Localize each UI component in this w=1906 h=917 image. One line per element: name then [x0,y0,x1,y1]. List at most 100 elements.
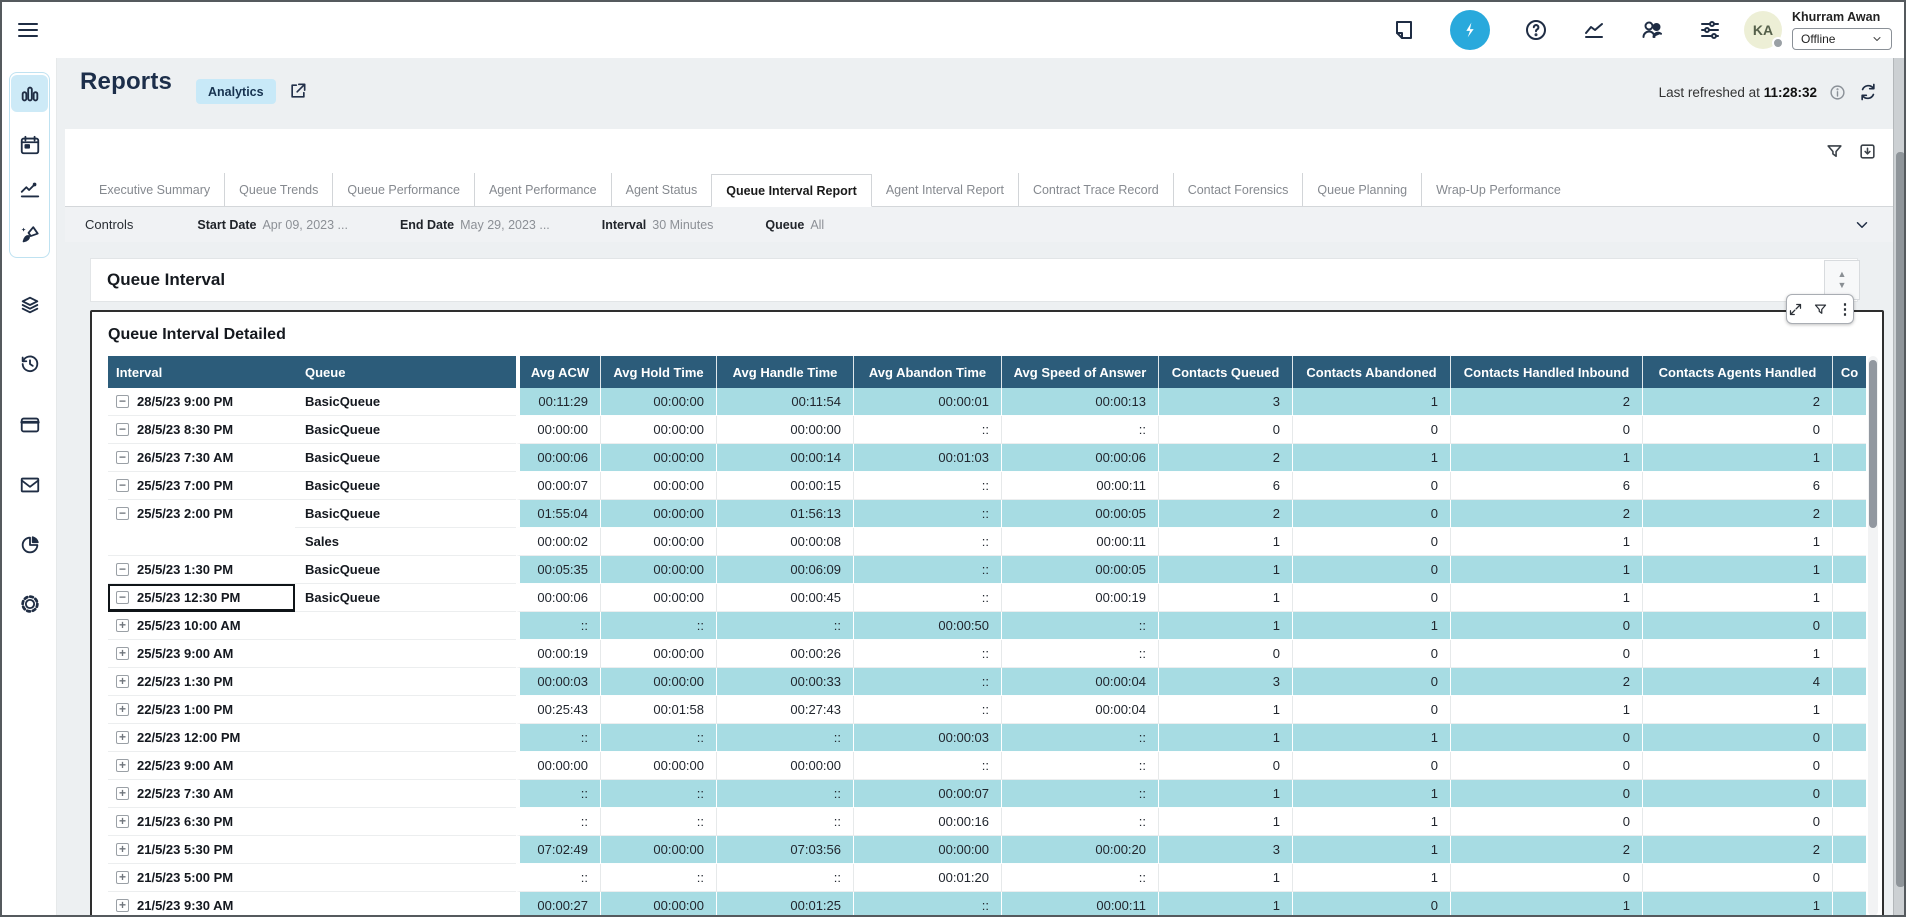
filter-icon[interactable] [1825,142,1844,161]
export-icon[interactable] [1858,142,1877,161]
tab-contact-forensics[interactable]: Contact Forensics [1173,173,1303,206]
scroll-down-button[interactable]: ▼ [1838,281,1847,290]
row-expander[interactable]: + [116,899,129,912]
column-header-contacts-queued[interactable]: Contacts Queued [1158,356,1292,388]
metric-cell: 01:55:04 [516,500,600,528]
control-start-date[interactable]: Start DateApr 09, 2023 ... [197,218,348,232]
row-expander[interactable]: + [116,675,129,688]
info-icon[interactable] [1829,84,1846,101]
sidebar-item-mail[interactable] [11,466,48,503]
row-expander[interactable]: + [116,871,129,884]
help-icon[interactable] [1524,18,1548,42]
metric-cell: 00:01:58 [600,696,716,724]
row-expander[interactable]: − [116,591,129,604]
avatar[interactable]: KA [1744,11,1782,49]
hamburger-menu-icon[interactable] [16,18,40,42]
window-scrollbar-thumb[interactable] [1896,152,1905,887]
row-expander[interactable]: + [116,787,129,800]
row-expander[interactable]: − [116,451,129,464]
row-expander[interactable]: − [116,479,129,492]
row-expander[interactable]: + [116,647,129,660]
tab-wrap-up-performance[interactable]: Wrap-Up Performance [1421,173,1575,206]
sidebar-item-layers[interactable] [11,286,48,323]
tab-queue-interval-report[interactable]: Queue Interval Report [711,174,872,207]
metric-cell: 00:00:00 [600,640,716,668]
sidebar-item-calendar[interactable] [11,126,48,163]
metric-cell [1832,500,1866,528]
refresh-icon[interactable] [1858,82,1878,102]
row-expander[interactable]: − [116,507,129,520]
note-icon[interactable] [1392,18,1416,42]
window-scrollbar[interactable] [1893,58,1906,917]
sidebar-item-pie-chart[interactable] [11,526,48,563]
row-expander[interactable]: − [116,563,129,576]
column-header-contacts-handled-inbound[interactable]: Contacts Handled Inbound [1450,356,1642,388]
tab-contract-trace-record[interactable]: Contract Trace Record [1018,173,1173,206]
tab-queue-trends[interactable]: Queue Trends [224,173,332,206]
scroll-up-button[interactable]: ▲ [1838,270,1847,279]
last-refreshed-text: Last refreshed at 11:28:32 [1659,85,1817,100]
sidebar-item-gear[interactable] [11,585,48,622]
row-expander[interactable]: + [116,843,129,856]
tab-executive-summary[interactable]: Executive Summary [85,173,224,206]
metric-cell: 2 [1642,836,1832,864]
last-refreshed-time: 11:28:32 [1764,85,1817,100]
control-interval[interactable]: Interval30 Minutes [602,218,714,232]
visual-filter-icon[interactable] [1813,302,1828,317]
row-expander[interactable]: + [116,703,129,716]
metric-cell [1832,892,1866,917]
row-expander[interactable]: + [116,759,129,772]
queue-cell [295,668,516,696]
metric-cell: :: [600,724,716,752]
control-label: End Date [400,218,454,232]
column-header-avg-handle-time[interactable]: Avg Handle Time [716,356,853,388]
metric-cell: 00:06:09 [716,556,853,584]
queue-cell: BasicQueue [295,500,516,528]
column-header-interval[interactable]: Interval [108,356,295,388]
sidebar-item-bar-chart[interactable] [11,75,48,112]
column-header-avg-speed-of-answer[interactable]: Avg Speed of Answer [1001,356,1158,388]
line-chart-icon[interactable] [1582,18,1606,42]
row-expander[interactable]: − [116,423,129,436]
metric-cell: 00:00:00 [716,416,853,444]
row-expander[interactable]: + [116,619,129,632]
column-header-contacts-abandoned[interactable]: Contacts Abandoned [1292,356,1450,388]
column-header-co[interactable]: Co [1832,356,1866,388]
metric-cell: 6 [1158,472,1292,500]
metric-cell: :: [1001,640,1158,668]
agents-icon[interactable] [1640,18,1664,42]
flash-icon[interactable] [1450,10,1490,50]
sliders-icon[interactable] [1698,18,1722,42]
external-link-icon[interactable] [288,81,308,101]
control-queue[interactable]: QueueAll [765,218,824,232]
interval-value: 21/5/23 9:30 AM [137,898,233,913]
topbar-icon-strip [1392,2,1722,58]
column-header-avg-acw[interactable]: Avg ACW [516,356,600,388]
sidebar-item-window[interactable] [11,406,48,443]
tab-agent-interval-report[interactable]: Agent Interval Report [872,173,1018,206]
metric-cell: 2 [1450,500,1642,528]
sidebar-item-trend[interactable] [11,171,48,208]
status-select[interactable]: Offline [1792,28,1892,50]
interval-cell: −25/5/23 12:30 PM [108,584,295,612]
column-header-avg-abandon-time[interactable]: Avg Abandon Time [853,356,1001,388]
tab-agent-status[interactable]: Agent Status [611,173,712,206]
tab-queue-performance[interactable]: Queue Performance [332,173,474,206]
metric-cell: 1 [1642,584,1832,612]
row-expander[interactable]: + [116,731,129,744]
column-header-queue[interactable]: Queue [295,356,516,388]
column-header-contacts-agents-handled[interactable]: Contacts Agents Handled [1642,356,1832,388]
table-scrollbar-thumb[interactable] [1869,360,1877,528]
tab-queue-planning[interactable]: Queue Planning [1302,173,1421,206]
row-expander[interactable]: − [116,395,129,408]
sidebar-item-history[interactable] [11,345,48,382]
column-header-avg-hold-time[interactable]: Avg Hold Time [600,356,716,388]
tab-agent-performance[interactable]: Agent Performance [474,173,611,206]
row-expander[interactable]: + [116,815,129,828]
maximize-icon[interactable] [1788,302,1803,317]
control-end-date[interactable]: End DateMay 29, 2023 ... [400,218,550,232]
controls-collapse-icon[interactable] [1853,216,1871,234]
table-scrollbar[interactable] [1868,356,1878,916]
sidebar-item-design[interactable] [11,216,48,253]
menu-options-icon[interactable]: ⋮ [1838,302,1853,317]
